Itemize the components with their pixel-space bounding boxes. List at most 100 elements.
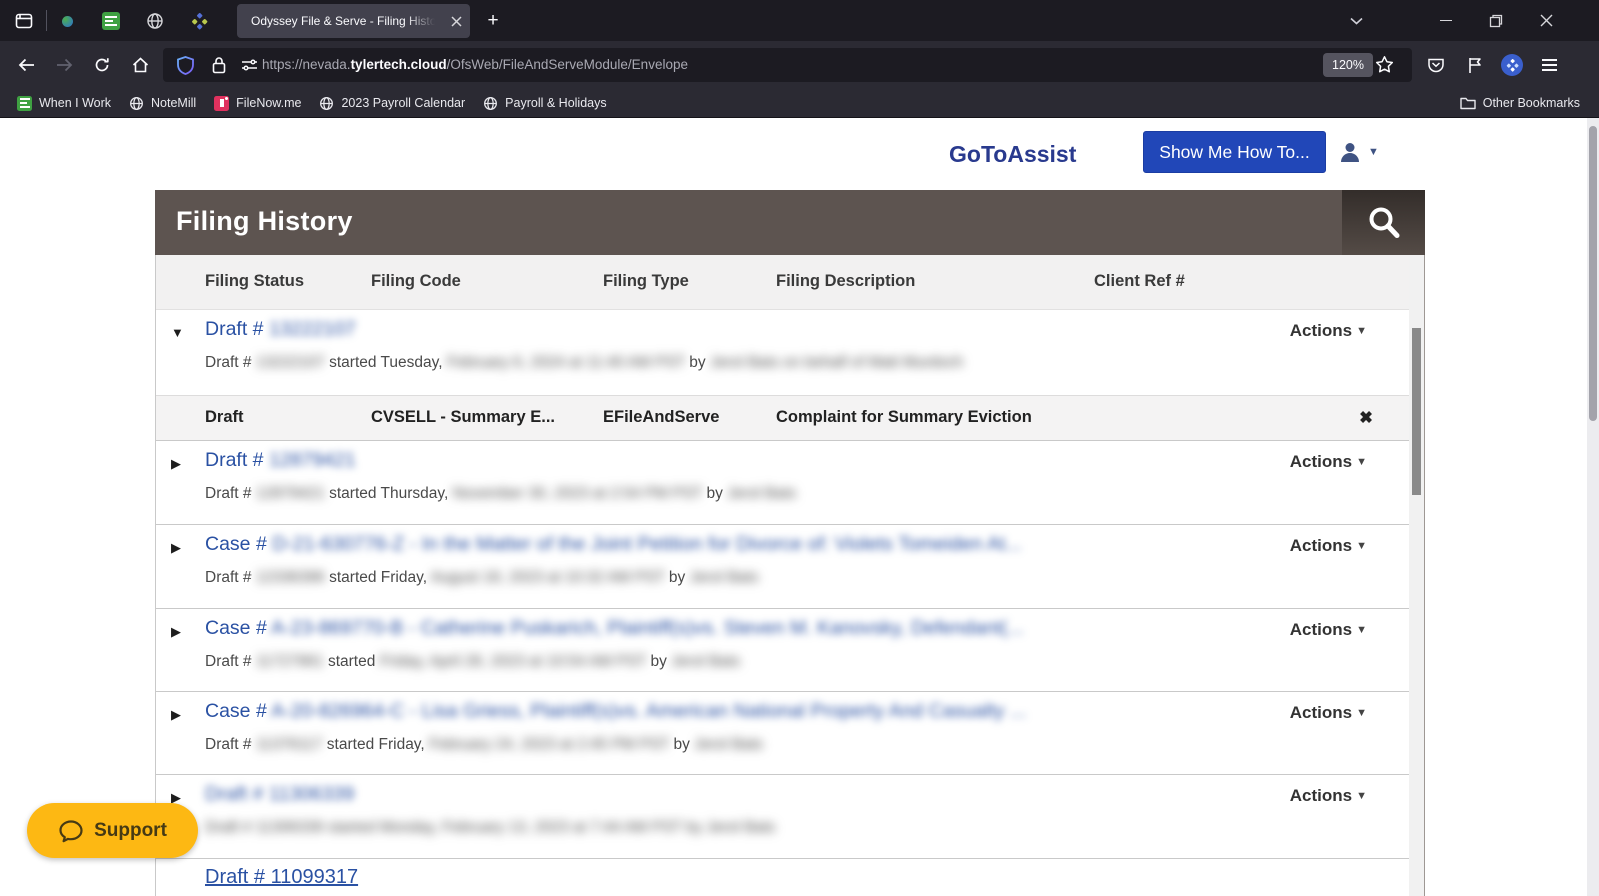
lock-icon[interactable]: [212, 56, 226, 74]
when-i-work-icon: [17, 95, 32, 111]
pinned-favicon-dot: [61, 15, 73, 27]
support-button[interactable]: Support: [27, 803, 198, 858]
bookmark-notemill[interactable]: NoteMill: [120, 91, 205, 115]
pinned-tab-4[interactable]: [185, 7, 213, 35]
case-link[interactable]: Case # D-21-630776-Z - In the Matter of …: [205, 533, 1022, 556]
column-filing-type: Filing Type: [603, 272, 689, 290]
new-tab-button[interactable]: +: [479, 7, 507, 35]
table-row: ▶ Draft # 11306339 Actions ▼ Draft # 1130…: [156, 774, 1409, 858]
expand-arrow-icon[interactable]: ▶: [171, 456, 181, 472]
page-scrollbar[interactable]: [1587, 118, 1599, 896]
active-tab-title: Odyssey File & Serve - Filing History: [251, 14, 439, 28]
list-all-tabs-button[interactable]: [1340, 7, 1372, 35]
pinned-favicon-sparkle: [191, 12, 208, 30]
chevron-down-icon: ▼: [1368, 146, 1379, 158]
permissions-icon[interactable]: [241, 59, 258, 71]
pinned-tab-1[interactable]: [53, 7, 81, 35]
filing-history-panel: Filing History Filing Status Filing Code…: [155, 190, 1425, 896]
bookmark-when-i-work[interactable]: When I Work: [8, 91, 120, 115]
search-icon: [1366, 205, 1402, 241]
pocket-button[interactable]: [1420, 49, 1452, 81]
support-label: Support: [94, 819, 167, 841]
tab-close-button[interactable]: [447, 12, 465, 30]
chevron-down-icon: ▼: [1356, 707, 1367, 719]
actions-menu[interactable]: Actions ▼: [1290, 786, 1367, 806]
globe-icon: [483, 96, 498, 111]
search-button[interactable]: [1342, 190, 1425, 255]
expand-arrow-icon[interactable]: ▶: [171, 540, 181, 556]
url-text: https://nevada.tylertech.cloud/OfsWeb/Fi…: [262, 57, 688, 72]
filing-code-value: CVSELL - Summary E...: [371, 408, 555, 426]
forward-button[interactable]: [48, 49, 80, 81]
case-link[interactable]: Case # A-20-826964-C - Lisa Griess, Plai…: [205, 700, 1026, 723]
bookmark-2023-payroll-calendar[interactable]: 2023 Payroll Calendar: [310, 91, 474, 115]
home-icon: [132, 57, 149, 73]
table-header-row: Filing Status Filing Code Filing Type Fi…: [156, 255, 1409, 310]
table-scrollbar-thumb[interactable]: [1412, 328, 1421, 495]
pinned-favicon-list: [102, 12, 120, 30]
draft-link[interactable]: Draft # 11099317: [205, 866, 358, 889]
panel-header: Filing History: [155, 190, 1425, 255]
menu-button[interactable]: [1533, 49, 1565, 81]
pinned-tab-2[interactable]: [97, 7, 125, 35]
pinned-tab-3[interactable]: [141, 7, 169, 35]
filing-detail-row: Draft CVSELL - Summary E... EFileAndServ…: [156, 395, 1409, 441]
row-subtext: Draft # 11306339 started Monday, Februar…: [205, 819, 776, 836]
actions-menu[interactable]: Actions ▼: [1290, 703, 1367, 723]
globe-icon: [129, 96, 144, 111]
filing-history-table: Filing Status Filing Code Filing Type Fi…: [155, 255, 1409, 896]
remove-filing-icon[interactable]: ✖: [1359, 408, 1373, 428]
chevron-down-icon: ▼: [1356, 624, 1367, 636]
bookmark-filenow[interactable]: FileNow.me: [205, 91, 310, 115]
collapse-arrow-icon[interactable]: ▼: [171, 325, 184, 340]
actions-menu[interactable]: Actions ▼: [1290, 536, 1367, 556]
panel-title: Filing History: [176, 206, 353, 236]
reload-button[interactable]: [86, 49, 118, 81]
hamburger-icon: [1541, 58, 1557, 72]
firefox-view-button[interactable]: [7, 5, 41, 36]
draft-link[interactable]: Draft # 13222107: [205, 318, 356, 341]
table-row: ▶ Draft # 12879421 Actions ▼ Draft # 1287…: [156, 441, 1409, 524]
show-me-how-to-button[interactable]: Show Me How To...: [1143, 131, 1326, 173]
globe-icon: [146, 12, 164, 30]
bookmark-payroll-holidays[interactable]: Payroll & Holidays: [474, 91, 615, 115]
zoom-level-badge[interactable]: 120%: [1323, 53, 1373, 77]
restore-button[interactable]: [1474, 0, 1518, 41]
extension-button-2[interactable]: [1496, 49, 1528, 81]
back-button[interactable]: [10, 49, 42, 81]
column-filing-status: Filing Status: [205, 272, 304, 290]
chevron-down-icon: ▼: [1356, 456, 1367, 468]
chat-bubble-icon: [58, 818, 84, 844]
actions-menu[interactable]: Actions ▼: [1290, 321, 1367, 341]
page-scrollbar-thumb[interactable]: [1589, 126, 1597, 421]
folder-icon: [1460, 96, 1476, 110]
column-filing-description: Filing Description: [776, 272, 916, 290]
draft-link[interactable]: Draft # 11306339: [205, 783, 354, 806]
actions-menu[interactable]: Actions ▼: [1290, 452, 1367, 472]
draft-link[interactable]: Draft # 12879421: [205, 449, 356, 472]
firefox-view-icon: [14, 11, 34, 31]
row-subtext: Draft # 11376117 started Friday, Februar…: [205, 736, 764, 753]
expand-arrow-icon[interactable]: ▶: [171, 707, 181, 723]
active-tab[interactable]: Odyssey File & Serve - Filing History: [237, 4, 470, 38]
other-bookmarks-button[interactable]: Other Bookmarks: [1451, 91, 1589, 115]
case-link[interactable]: Case # A-23-869770-B - Catherine Puskari…: [205, 617, 1024, 640]
table-row: ▶ Case # A-20-826964-C - Lisa Griess, Pl…: [156, 691, 1409, 774]
user-menu[interactable]: ▼: [1338, 136, 1390, 168]
extension-flag-icon: [1467, 56, 1483, 74]
row-subtext: Draft # 13222107 started Tuesday, Februa…: [205, 354, 964, 371]
gotoassist-link[interactable]: GoToAssist: [949, 141, 1076, 168]
close-icon: [1540, 14, 1553, 27]
url-bar[interactable]: https://nevada.tylertech.cloud/OfsWeb/Fi…: [163, 48, 1412, 82]
home-button[interactable]: [124, 49, 156, 81]
close-window-button[interactable]: [1524, 0, 1568, 41]
expand-arrow-icon[interactable]: ▶: [171, 624, 181, 640]
tab-bar: Odyssey File & Serve - Filing History +: [0, 0, 1599, 41]
minimize-button[interactable]: [1424, 0, 1468, 41]
bookmarks-toolbar: When I Work NoteMill FileNow.me 2023 Pay…: [0, 89, 1599, 118]
tracking-protection-shield-icon[interactable]: [177, 56, 194, 75]
bookmark-star-icon[interactable]: [1375, 55, 1394, 74]
extension-button[interactable]: [1459, 49, 1491, 81]
actions-menu[interactable]: Actions ▼: [1290, 620, 1367, 640]
table-scrollbar[interactable]: [1409, 255, 1425, 896]
